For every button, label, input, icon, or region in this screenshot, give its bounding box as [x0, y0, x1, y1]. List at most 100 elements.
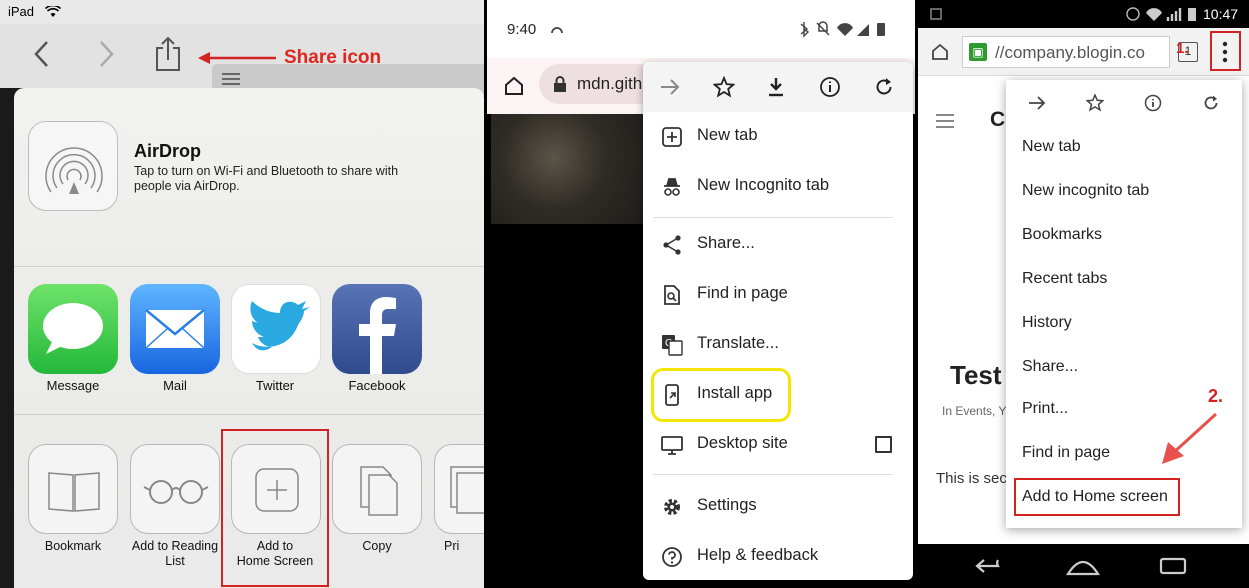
forward-icon[interactable]: [1028, 94, 1046, 112]
mail-icon[interactable]: [130, 284, 220, 374]
old-address-bar: ▣ //company.blogin.co 1 1.: [918, 28, 1249, 76]
menu-button-highlight: [1210, 31, 1241, 71]
airdrop-rings-icon: [45, 147, 103, 194]
home-icon[interactable]: [503, 75, 525, 97]
star-icon[interactable]: [1086, 94, 1104, 112]
menu-item-desktop-site[interactable]: Desktop site: [643, 422, 913, 468]
copy-action[interactable]: [332, 444, 422, 534]
airdrop-description-line1: Tap to turn on Wi-Fi and Bluetooth to sh…: [134, 164, 399, 178]
bookmark-action[interactable]: [28, 444, 118, 534]
menu-item-settings[interactable]: Settings: [643, 484, 913, 530]
ipad-share-panel: iPad Share icon AirDrop Tap to turn on W…: [0, 0, 484, 588]
menu-item-label: Desktop site: [697, 434, 788, 452]
step-2-annotation: 2.: [1208, 386, 1224, 406]
annotation-arrow: [198, 52, 276, 64]
menu-item-print[interactable]: Print...: [1022, 400, 1068, 418]
post-title: Test: [950, 360, 1002, 390]
lock-icon: ▣: [969, 43, 987, 61]
book-icon: [48, 472, 100, 512]
airdrop-description-line2: people via AirDrop.: [134, 179, 240, 193]
android-nav-bar: [918, 544, 1249, 588]
post-meta: In Events, Y: [942, 404, 1006, 418]
download-icon[interactable]: [765, 76, 787, 98]
print-icon: [450, 466, 484, 514]
app-label-message: Message: [46, 378, 100, 393]
menu-item-share[interactable]: Share...: [643, 222, 913, 268]
back-icon[interactable]: [32, 40, 52, 68]
share-icon[interactable]: [154, 36, 182, 72]
sheet-divider: [14, 266, 484, 267]
menu-item-history[interactable]: History: [1022, 314, 1072, 332]
safari-toolbar: Share icon: [0, 24, 484, 96]
old-android-chrome-panel: 10:47 ▣ //company.blogin.co 1 1. Co Test…: [918, 0, 1249, 588]
status-time: 10:47: [1203, 6, 1239, 22]
menu-item-label: Translate...: [697, 334, 779, 352]
app-label-twitter: Twitter: [255, 378, 295, 393]
reading-list-action[interactable]: [130, 444, 220, 534]
old-overflow-menu: New tab New incognito tab Bookmarks Rece…: [1006, 80, 1242, 528]
app-label-mail: Mail: [163, 378, 187, 393]
url-text: mdn.gith: [577, 74, 643, 93]
forward-icon[interactable]: [96, 40, 116, 68]
menu-item-recent-tabs[interactable]: Recent tabs: [1022, 270, 1107, 288]
menu-item-new-incognito-tab[interactable]: New Incognito tab: [643, 164, 913, 210]
print-action[interactable]: [434, 444, 484, 534]
back-nav-icon[interactable]: [974, 556, 1008, 576]
reader-icon[interactable]: [222, 72, 240, 86]
messages-icon[interactable]: [28, 284, 118, 374]
menu-item-bookmarks[interactable]: Bookmarks: [1022, 226, 1102, 244]
notification-icon: [930, 8, 942, 20]
hamburger-icon[interactable]: [936, 114, 954, 128]
menu-item-label: New tab: [697, 126, 758, 144]
annotation-arrow: [1162, 412, 1218, 464]
airdrop-title: AirDrop: [134, 141, 201, 161]
refresh-icon[interactable]: [1202, 94, 1220, 112]
sheet-divider: [14, 414, 484, 415]
twitter-icon[interactable]: [231, 284, 321, 374]
home-nav-icon[interactable]: [1066, 556, 1100, 576]
add-to-home-highlight: [221, 429, 329, 587]
airdrop-icon[interactable]: [28, 121, 118, 211]
info-icon[interactable]: [819, 76, 841, 98]
device-name: iPad: [8, 4, 35, 19]
menu-item-find-in-page[interactable]: Find in page: [643, 272, 913, 318]
menu-item-share[interactable]: Share...: [1022, 358, 1078, 376]
menu-item-translate[interactable]: G Translate...: [643, 322, 913, 368]
status-icons: [1126, 7, 1196, 21]
post-body: This is seco: [936, 470, 1016, 487]
chrome-overflow-menu: New tab New Incognito tab Share... Find …: [643, 62, 913, 580]
action-label-print: Pri: [444, 539, 460, 553]
url-field[interactable]: ▣ //company.blogin.co: [962, 36, 1170, 68]
url-text: //company.blogin.co: [995, 43, 1145, 62]
menu-item-new-tab[interactable]: New tab: [1022, 138, 1081, 156]
step-1-annotation: 1.: [1176, 40, 1189, 57]
menu-item-label: Find in page: [697, 284, 788, 302]
info-icon[interactable]: [1144, 94, 1162, 112]
menu-item-help-feedback[interactable]: Help & feedback: [643, 534, 913, 580]
install-app-highlight: [651, 368, 791, 422]
star-icon[interactable]: [713, 76, 735, 98]
menu-item-new-tab[interactable]: New tab: [643, 114, 913, 160]
incognito-icon: [664, 178, 680, 196]
share-icon: [663, 235, 681, 255]
action-label-reading-list-1: Add to Reading: [131, 539, 219, 553]
recents-nav-icon[interactable]: [1158, 556, 1188, 576]
menu-item-new-incognito-tab[interactable]: New incognito tab: [1022, 182, 1149, 200]
desktop-site-checkbox[interactable]: [875, 436, 892, 453]
headset-icon: [551, 27, 563, 34]
wifi-icon: [45, 6, 61, 17]
menu-item-label: New Incognito tab: [697, 176, 830, 194]
refresh-icon[interactable]: [873, 76, 895, 98]
page-image: [491, 114, 647, 224]
copy-icon: [360, 466, 398, 516]
forward-icon[interactable]: [659, 76, 681, 98]
menu-item-label: Settings: [697, 496, 757, 514]
menu-item-find-in-page[interactable]: Find in page: [1022, 444, 1110, 462]
post-meta-text: In Events, Y: [942, 404, 1007, 418]
status-time: 9:40: [507, 21, 537, 38]
menu-item-label: Help & feedback: [697, 546, 819, 564]
share-icon-annotation: Share icon: [284, 47, 382, 68]
home-icon[interactable]: [930, 42, 950, 62]
facebook-icon[interactable]: [332, 284, 422, 374]
share-sheet: AirDrop Tap to turn on Wi-Fi and Bluetoo…: [14, 88, 484, 588]
